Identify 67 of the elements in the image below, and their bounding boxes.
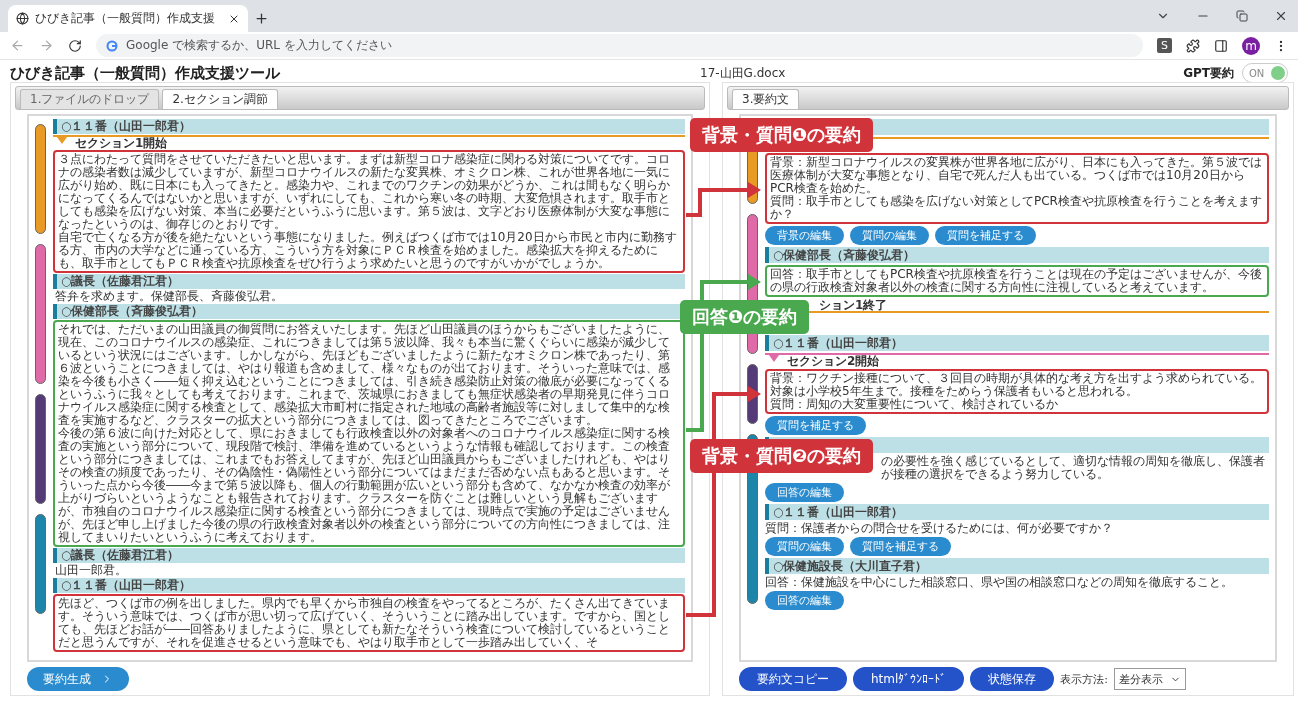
speech-text: それでは、ただいまの山田議員の御質問にお答えいたします。先ほど山田議員のほうからもございましたように、現在、このコロナウイルスの感染症、これにつきましては第５波以降、我々も本当に驚くぐらいに感染が減少しているという状況にはございます。しかしながら、先ほどもございましたように新たなオミクロン株であったり、第６波ということにつきましては、やはり報道も含めまして、様々なものが出ております。そういった意味では、感染を今後も小さく――短く抑え込むということにつきましては、引き続き感染防止対策の徹底が必要になってくるというふうに我々としても考えております。これまで、茨城県におきましても無症状感染者の早期発見に伴うコロナウイルス感染症に関する検査として、感染拡大市町村に指定された地域の高齢者施設等に対しまして集中的な検査を実施するなど、クラスターの拡大という部分につきましては、図ってきたところでございます。: [58, 323, 671, 427]
edit-button[interactable]: 質問を補足する: [935, 226, 1036, 245]
new-tab-icon[interactable]: [254, 11, 269, 26]
speech-text: 先ほど、つくば市の例を出しました。県内でも早くから市独自の検査をやってるところが、たくさん出てきています。そういう意味では、つくば市が思い切って広げていく、そういうことに踏み出しています。ですから、国としても、先ほどお話が――回答ありましたように、県としても新たなそういう検査について検討しているということだと思うんですが、それを促進させるという意味でも、やはり取手市として一歩踏み出していく、そ: [58, 597, 671, 649]
file-name: 17-山田G.docx: [700, 64, 786, 82]
speaker-heading: ○保健部長（斉藤俊弘君）: [765, 247, 1269, 263]
edit-button[interactable]: 質問の編集: [850, 226, 929, 245]
edit-button[interactable]: 回答の編集: [765, 591, 844, 610]
section-label: セクション2開始: [787, 352, 880, 370]
display-mode-select[interactable]: 差分表示: [1114, 668, 1187, 690]
arrow-head-icon: [748, 386, 761, 402]
speech-text: 答弁を求めます。保健部長、斉藤俊弘君。: [55, 290, 284, 303]
speaker-heading: ○１１番（山田一郎君）: [53, 119, 685, 134]
browser-tab[interactable]: ひびき記事（一般質問）作成支援: [8, 5, 248, 32]
speech-text: 山田一郎君。: [55, 564, 128, 577]
reload-icon[interactable]: [68, 38, 82, 53]
gpt-toggle[interactable]: ON: [1242, 63, 1288, 83]
action-button[interactable]: 要約文コピー: [739, 667, 847, 691]
speech-text: 今後の第６波に向けた対応として、県におきましても行政検査以外の対象者へのコロナウイルス感染症に関する検査の実施という部分について、現段階で検討、準備を進めているというような情報も確認しております。この検査という部分につきましては、これまでもお答えしてますが、先ほど山田議員からもございましたけれども、やはりその検査の頻度であったり、その偽陰性・偽陽性という部分についてはまだまだ否めない点もあると思います。そういった点から今後――今まで第５波以降も、個人の行動範囲が広いという部分も含めて、なかなか検査の効率が上がりづらいというようなことも報告されております。クラスターを防ぐことは難しいという見解もございますが、市独自のコロナウイルス感染症に関する検査という部分につきましては、現時点で実施の予定はございませんが、先ほど申し上げました今後の県の行政検査対象者以外の検査という部分についての方向性につきましては、注視してまいりたいというふうに考えております。: [58, 427, 671, 544]
speaker-heading: ○１１番（山田一郎君）: [765, 504, 1269, 520]
annotation-callout: 背景・質問❶の要約: [690, 118, 874, 152]
arrow-head-icon: [748, 182, 761, 198]
extension-icon[interactable]: S: [1157, 38, 1172, 53]
speaker-heading: ○１１番（山田一郎君）: [53, 578, 685, 593]
speaker-heading: ○保健施設長（大川直子君）: [765, 558, 1269, 574]
puzzle-icon[interactable]: [1186, 38, 1200, 53]
summary-text: 背景：新型コロナウイルスの変異株が世界各地に広がり、日本にも入ってきた。第５波では医療体制が大変な事態となり、自宅で死んだ人も出ている。つくば市では10月20日からPCR検査を始めた。: [770, 156, 1263, 195]
tab-title: ひびき記事（一般質問）作成支援: [35, 10, 216, 27]
profile-avatar[interactable]: m: [1242, 36, 1260, 55]
summary-text: 質問：取手市としても感染を広げない対策としてPCR検査や抗原検査を行うことを考えますか？: [770, 195, 1263, 221]
answer-text: の必要性を強く感じているとして、適切な情報の周知を徹底し、保護者が接種の選択をできるよう努力している。: [881, 455, 1266, 481]
annotation-callout: 回答❶の要約: [680, 300, 810, 334]
speech-text: 自宅で亡くなる方が後を絶たないという事態になりました。例えばつくば市では10月20日から市民と市内に勤務する方、市内の大学などに通っている方、こういう方を対象にＰＣＲ検査を始めました。感染拡大を抑えるためにも、取手市としてもＰＣＲ検査や抗原検査をぜひ行うよう求めたいと思うのですがいかがでしょうか。: [58, 231, 678, 270]
action-button[interactable]: htmlﾀﾞｳﾝﾛｰﾄﾞ: [853, 667, 965, 691]
search-engine-icon: [106, 39, 118, 52]
speaker-heading: ○議長（佐藤君江君）: [53, 548, 685, 563]
app-title: ひびき記事（一般質問）作成支援ツール: [10, 63, 281, 83]
edit-button[interactable]: 背景の編集: [765, 226, 844, 245]
globe-icon: [16, 12, 29, 25]
summary-text: 回答：取手市としてもPCR検査や抗原検査を行うことは現在の予定はございませんが、今後の県の行政検査対象者以外の検査に関する方向性に注視していると考えています。: [770, 268, 1263, 294]
summary-text: 質問：周知の大変重要性について、検討されているか: [770, 398, 1058, 411]
restore-icon[interactable]: [1236, 10, 1248, 22]
address-field[interactable]: Google で検索するか、URL を入力してください: [96, 34, 1143, 57]
edit-button[interactable]: 質問の編集: [765, 537, 844, 556]
annotation-callout: 背景・質問❷の要約: [690, 439, 874, 473]
summary-text: 質問：保護者からの問合せを受けるためには、何が必要ですか？: [765, 522, 1114, 535]
side-panel-icon[interactable]: [1214, 38, 1228, 53]
summary-text: 背景：ワクチン接種について、３回目の時期が具体的な考え方を出すよう求められている。対象は小学校5年生まで。接種をためらう保護者もいると思われる。: [770, 372, 1263, 398]
arrow-head-icon: [748, 274, 761, 290]
speaker-heading: ○議長（佐藤君江君）: [53, 274, 685, 289]
action-button[interactable]: 状態保存: [970, 667, 1055, 691]
edit-button[interactable]: 質問を補足する: [765, 416, 866, 435]
panel-tab[interactable]: 2.セクション調節: [162, 89, 278, 109]
edit-button[interactable]: 質問を補足する: [850, 537, 951, 556]
panel-tab[interactable]: 3.要約文: [732, 89, 800, 109]
edit-button[interactable]: 回答の編集: [765, 483, 844, 502]
speech-text: ３点にわたって質問をさせていただきたいと思います。まずは新型コロナ感染症に関わる対策についてです。コロナの感染者数は減少していますが、新型コロナウイルスの新たな変異株、オミクロン株、これが世界各地に一気に広がり始め、既に日本にも入ってきたと。感染力や、これまでのワクチンの効果がどうか、これは間もなく明らかになってくるんではないかと思いますが、いずれにしても、これから寒い冬の時期、大変危惧されます。取手市としても感染を広げない対策、本当に必要だというふうに思います。第５波は、文字どおり医療体制が大変な事態になったというのは、御存じのとおりです。: [58, 153, 671, 231]
display-mode-label: 表示方法:: [1060, 671, 1109, 687]
generate-button[interactable]: 要約生成: [27, 667, 129, 691]
speaker-heading: ○１１番（山田一郎君）: [765, 335, 1269, 351]
section-label: セクション1開始: [75, 134, 168, 152]
panel-tab[interactable]: 1.ファイルのドロップ: [20, 89, 160, 109]
address-placeholder: Google で検索するか、URL を入力してください: [126, 37, 392, 54]
toggle-label: GPT要約: [1183, 64, 1234, 82]
summary-text: 回答：保健施設を中心にした相談窓口、県や国の相談窓口などの周知を徹底すること。: [765, 576, 1234, 589]
section-label: ション1終了: [819, 296, 888, 314]
close-icon[interactable]: [1274, 9, 1288, 23]
